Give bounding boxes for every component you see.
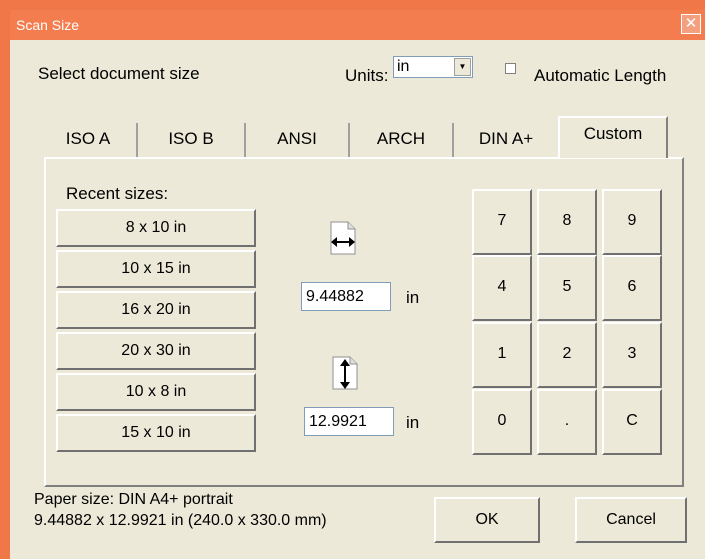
tab-iso-a[interactable]: ISO A [40, 123, 138, 157]
keypad-2-button[interactable]: 2 [537, 322, 597, 388]
keypad-clear-button[interactable]: C [602, 389, 662, 455]
select-document-size-label: Select document size [38, 64, 200, 83]
height-unit-label: in [406, 413, 420, 432]
recent-size-button[interactable]: 16 x 20 in [56, 291, 256, 329]
keypad-3-button[interactable]: 3 [602, 322, 662, 388]
paper-size-label: Paper size: DIN A4+ portrait [34, 491, 233, 508]
chevron-down-icon[interactable]: ▼ [454, 58, 471, 76]
paper-size-dimensions: 9.44882 x 12.9921 in (240.0 x 330.0 mm) [34, 512, 327, 529]
height-icon [332, 356, 358, 390]
window-title: Scan Size [16, 17, 80, 33]
ok-button[interactable]: OK [434, 497, 540, 543]
width-icon [330, 221, 356, 255]
tab-ansi[interactable]: ANSI [246, 123, 350, 157]
height-field[interactable]: 12.9921 [304, 407, 394, 436]
keypad-6-button[interactable]: 6 [602, 255, 662, 321]
recent-size-button[interactable]: 15 x 10 in [56, 414, 256, 452]
recent-size-button[interactable]: 10 x 8 in [56, 373, 256, 411]
recent-size-button[interactable]: 10 x 15 in [56, 250, 256, 288]
keypad-8-button[interactable]: 8 [537, 189, 597, 255]
tab-arch[interactable]: ARCH [350, 123, 454, 157]
tab-din-a-plus[interactable]: DIN A+ [454, 123, 558, 157]
recent-size-button[interactable]: 8 x 10 in [56, 209, 256, 247]
automatic-length-label: Automatic Length [534, 66, 667, 85]
close-button[interactable]: ✕ [681, 14, 701, 34]
keypad-1-button[interactable]: 1 [472, 322, 532, 388]
units-value: in [397, 58, 410, 75]
automatic-length-checkbox[interactable] [505, 63, 516, 74]
tab-custom[interactable]: Custom [558, 116, 668, 158]
keypad-9-button[interactable]: 9 [602, 189, 662, 255]
title-bar: Scan Size ✕ [10, 10, 705, 40]
units-label: Units: [345, 66, 389, 85]
keypad-decimal-button[interactable]: . [537, 389, 597, 455]
width-unit-label: in [406, 288, 420, 307]
keypad-4-button[interactable]: 4 [472, 255, 532, 321]
tab-iso-b[interactable]: ISO B [138, 123, 246, 157]
units-select[interactable]: in ▼ [393, 56, 473, 78]
recent-size-button[interactable]: 20 x 30 in [56, 332, 256, 370]
cancel-button[interactable]: Cancel [575, 497, 687, 543]
keypad-7-button[interactable]: 7 [472, 189, 532, 255]
keypad-0-button[interactable]: 0 [472, 389, 532, 455]
width-field[interactable]: 9.44882 [301, 282, 391, 311]
recent-sizes-label: Recent sizes: [66, 184, 169, 203]
keypad-5-button[interactable]: 5 [537, 255, 597, 321]
